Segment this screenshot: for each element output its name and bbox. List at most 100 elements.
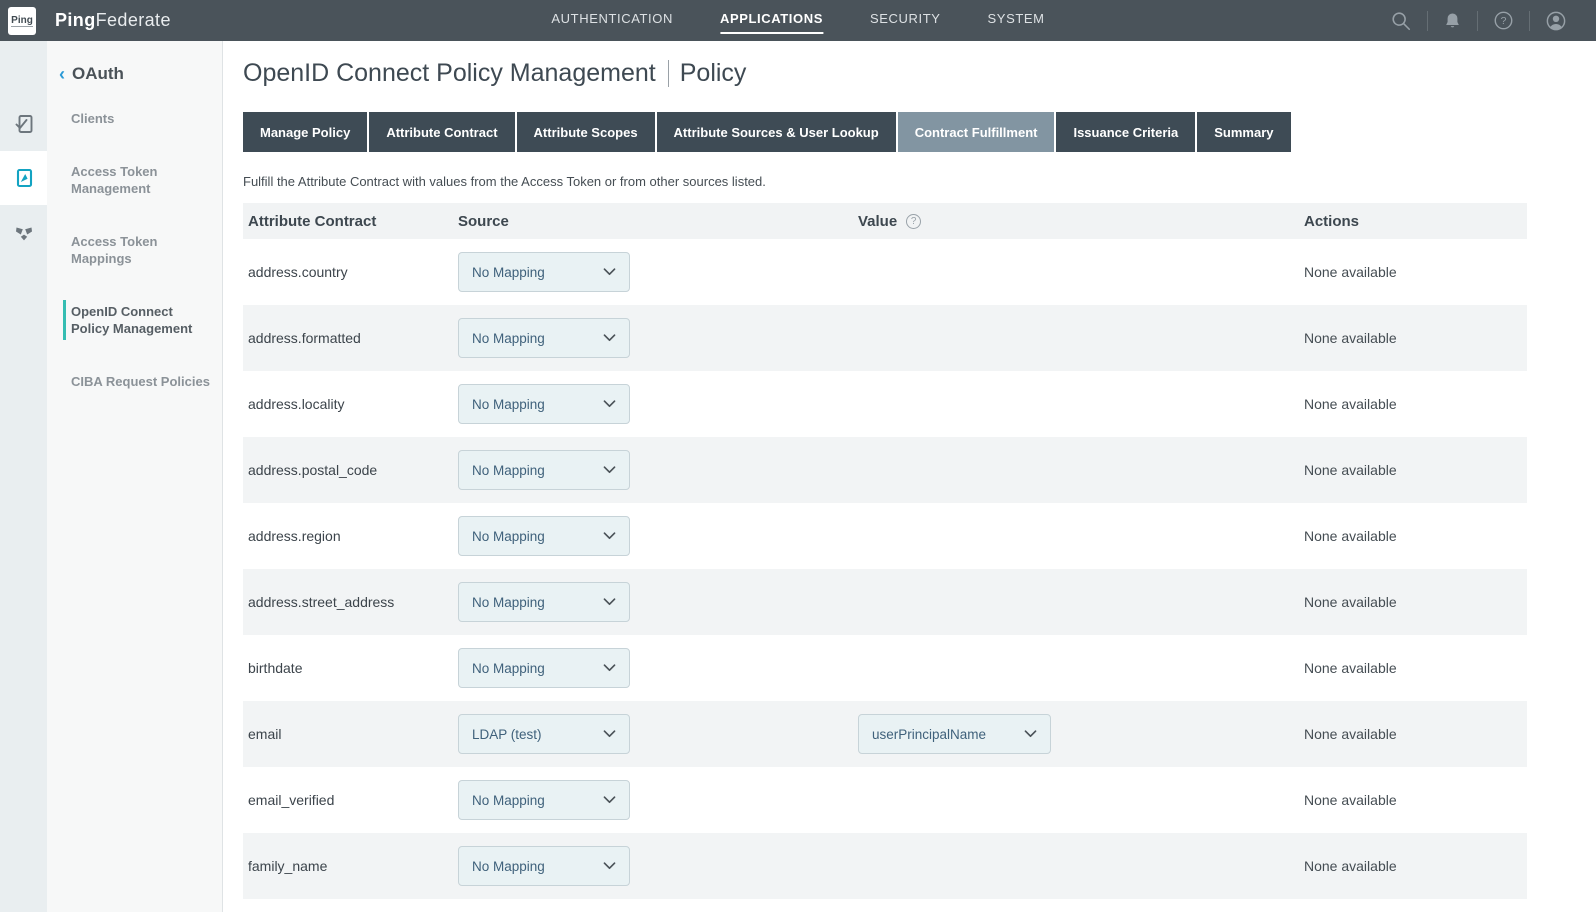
row-actions: None available xyxy=(1304,792,1527,808)
attribute-name: address.region xyxy=(243,528,458,544)
row-actions: None available xyxy=(1304,330,1527,346)
chevron-down-icon xyxy=(603,664,616,672)
topnav-item-applications[interactable]: APPLICATIONS xyxy=(720,7,823,34)
column-value: Value ? xyxy=(858,213,1304,230)
row-actions: None available xyxy=(1304,660,1527,676)
source-dropdown[interactable]: LDAP (test) xyxy=(458,714,630,754)
tab-attribute-contract[interactable]: Attribute Contract xyxy=(369,112,514,152)
attribute-name: address.postal_code xyxy=(243,462,458,478)
chevron-down-icon xyxy=(603,796,616,804)
topnav-item-system[interactable]: SYSTEM xyxy=(988,7,1045,34)
main-content: OpenID Connect Policy Management Policy … xyxy=(222,41,1596,912)
source-dropdown-value: No Mapping xyxy=(472,793,545,808)
table-row: address.postal_codeNo MappingNone availa… xyxy=(243,437,1527,503)
source-dropdown[interactable]: No Mapping xyxy=(458,846,630,886)
notifications-icon[interactable] xyxy=(1428,11,1477,31)
chevron-down-icon xyxy=(603,862,616,870)
source-dropdown[interactable]: No Mapping xyxy=(458,252,630,292)
source-dropdown-value: LDAP (test) xyxy=(472,727,542,742)
source-dropdown[interactable]: No Mapping xyxy=(458,384,630,424)
table-row: address.formatted No Mapping None availabl… xyxy=(243,305,1527,371)
chevron-left-icon: ‹ xyxy=(59,66,65,82)
tab-manage-policy[interactable]: Manage Policy xyxy=(243,112,367,152)
table-row: address.locality No Mapping None available xyxy=(243,371,1527,437)
contract-fulfillment-table: Attribute Contract Source Value ? Action… xyxy=(243,203,1527,899)
sidebar-item-access-token-mappings[interactable]: Access Token Mappings xyxy=(47,233,212,267)
table-row: family_name No Mapping None available xyxy=(243,833,1527,899)
chevron-down-icon xyxy=(603,730,616,738)
brand-title: PingFederate xyxy=(55,10,171,31)
source-dropdown-value: No Mapping xyxy=(472,265,545,280)
source-dropdown-value: No Mapping xyxy=(472,331,545,346)
value-help-icon[interactable]: ? xyxy=(906,214,921,229)
source-dropdown[interactable]: No Mapping xyxy=(458,450,630,490)
topbar-icons: ? xyxy=(1375,10,1582,32)
applications-icon xyxy=(12,166,36,190)
attribute-name: address.locality xyxy=(243,396,458,412)
attribute-name: family_name xyxy=(243,858,458,874)
table-row: address.countryNo MappingNone available xyxy=(243,239,1527,305)
source-dropdown-value: No Mapping xyxy=(472,463,545,478)
attribute-name: email xyxy=(243,726,458,742)
strip-item-authentication-icon[interactable] xyxy=(0,97,47,151)
page-title-text: OpenID Connect Policy Management xyxy=(243,59,656,88)
account-icon[interactable] xyxy=(1530,10,1582,32)
tab-contract-fulfillment[interactable]: Contract Fulfillment xyxy=(898,112,1055,152)
tab-issuance-criteria[interactable]: Issuance Criteria xyxy=(1056,112,1195,152)
attribute-name: address.formatted xyxy=(243,330,458,346)
sidebar-item-clients[interactable]: Clients xyxy=(47,110,212,127)
row-actions: None available xyxy=(1304,858,1527,874)
top-navigation: AUTHENTICATION APPLICATIONS SECURITY SYSTEM xyxy=(551,7,1044,34)
sidebar-item-openid-connect-policy-management[interactable]: OpenID Connect Policy Management xyxy=(47,303,212,337)
row-actions: None available xyxy=(1304,264,1527,280)
chevron-down-icon xyxy=(603,466,616,474)
source-dropdown-value: No Mapping xyxy=(472,661,545,676)
sidebar-item-access-token-management[interactable]: Access Token Management xyxy=(47,163,212,197)
source-dropdown[interactable]: No Mapping xyxy=(458,582,630,622)
help-icon[interactable]: ? xyxy=(1478,10,1529,31)
security-icon xyxy=(12,220,36,244)
strip-item-applications-icon[interactable] xyxy=(0,151,47,205)
strip-item-security-icon[interactable] xyxy=(0,205,47,259)
source-dropdown-value: No Mapping xyxy=(472,859,545,874)
source-dropdown[interactable]: No Mapping xyxy=(458,516,630,556)
topnav-item-authentication[interactable]: AUTHENTICATION xyxy=(551,7,673,34)
attribute-name: email_verified xyxy=(243,792,458,808)
chevron-down-icon xyxy=(603,268,616,276)
tab-summary[interactable]: Summary xyxy=(1197,112,1290,152)
title-divider xyxy=(668,60,669,87)
chevron-down-icon xyxy=(603,532,616,540)
page-subtitle: Policy xyxy=(680,59,747,88)
column-actions: Actions xyxy=(1304,213,1527,230)
column-source: Source xyxy=(458,213,858,230)
table-row: address.street_addressNo MappingNone ava… xyxy=(243,569,1527,635)
table-row: emailLDAP (test)userPrincipalNameNone av… xyxy=(243,701,1527,767)
row-actions: None available xyxy=(1304,396,1527,412)
row-actions: None available xyxy=(1304,594,1527,610)
ping-logo[interactable]: Ping xyxy=(8,7,36,35)
sidebar-back-label: OAuth xyxy=(72,64,124,84)
tab-attribute-scopes[interactable]: Attribute Scopes xyxy=(517,112,655,152)
sidebar-back-oauth[interactable]: ‹ OAuth xyxy=(59,64,222,84)
sidebar-item-ciba-request-policies[interactable]: CIBA Request Policies xyxy=(47,373,212,390)
chevron-down-icon xyxy=(603,400,616,408)
attribute-name: birthdate xyxy=(243,660,458,676)
source-dropdown[interactable]: No Mapping xyxy=(458,780,630,820)
source-dropdown[interactable]: No Mapping xyxy=(458,318,630,358)
value-dropdown[interactable]: userPrincipalName xyxy=(858,714,1051,754)
icon-strip xyxy=(0,41,47,912)
source-dropdown-value: No Mapping xyxy=(472,595,545,610)
top-bar: Ping PingFederate AUTHENTICATION APPLICAT… xyxy=(0,0,1596,41)
table-row: email_verified No Mapping None available xyxy=(243,767,1527,833)
source-dropdown-value: No Mapping xyxy=(472,397,545,412)
policy-tabs: Manage PolicyAttribute ContractAttribute… xyxy=(243,112,1596,152)
table-row: birthdate No Mapping None available xyxy=(243,635,1527,701)
sidebar-items: Clients Access Token Management Access Tok… xyxy=(47,110,222,390)
tab-attribute-sources-user-lookup[interactable]: Attribute Sources & User Lookup xyxy=(657,112,896,152)
search-icon[interactable] xyxy=(1375,10,1427,32)
svg-text:?: ? xyxy=(1501,15,1507,27)
brand-bold: Ping xyxy=(55,10,96,30)
topnav-item-security[interactable]: SECURITY xyxy=(870,7,941,34)
table-header: Attribute Contract Source Value ? Action… xyxy=(243,203,1527,239)
source-dropdown[interactable]: No Mapping xyxy=(458,648,630,688)
